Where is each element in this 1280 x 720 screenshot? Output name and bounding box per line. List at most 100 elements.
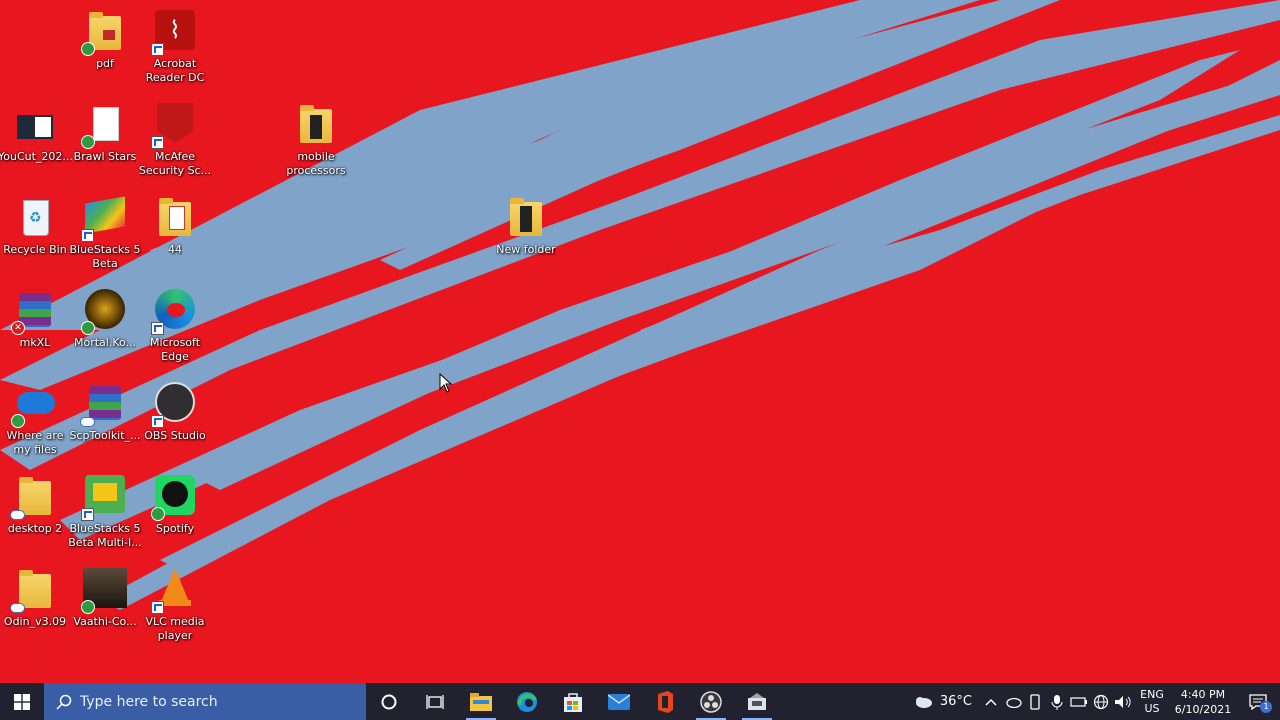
obs-icon <box>151 382 197 428</box>
winrar-icon: ✕ <box>11 289 57 335</box>
taskbar-search-box[interactable]: Type here to search <box>44 683 366 720</box>
search-icon <box>56 694 72 710</box>
notification-count-badge: 1 <box>1260 701 1272 713</box>
desktop-icon-spotify[interactable]: Spotify <box>138 475 212 536</box>
desktop-icon-youcut[interactable]: YouCut_202... <box>0 103 72 164</box>
taskbar-edge[interactable] <box>504 683 550 720</box>
search-placeholder: Type here to search <box>80 693 218 710</box>
desktop-icon-bluestacks[interactable]: BlueStacks 5 Beta <box>68 196 142 271</box>
desktop-icon-mkxl[interactable]: ✕ mkXL <box>0 289 72 350</box>
desktop-icon-mortal-kombat[interactable]: Mortal.Ko... <box>68 289 142 350</box>
show-hidden-icons-button[interactable] <box>980 683 1002 720</box>
desktop-icon-vaathi[interactable]: Vaathi-Co... <box>68 568 142 629</box>
desktop-icon-pdf[interactable]: pdf <box>68 10 142 71</box>
desktop-icon-where-are-my-files[interactable]: Where are my files <box>0 382 72 457</box>
store-icon <box>564 692 582 712</box>
pdf-folder-icon <box>81 10 127 56</box>
desktop-icon-label: 44 <box>168 243 182 256</box>
acrobat-icon: ⌇ <box>151 10 197 56</box>
desktop-icon-label: Brawl Stars <box>73 150 137 163</box>
globe-icon <box>1093 694 1109 709</box>
desktop-icon-label: Microsoft Edge <box>149 336 201 363</box>
desktop-icon-label: mkXL <box>19 336 51 349</box>
desktop-icon-recycle-bin[interactable]: ♻ Recycle Bin <box>0 196 72 257</box>
desktop-icon-label: Recycle Bin <box>3 243 67 256</box>
desktop-icon-scptoolkit[interactable]: ScpToolkit_... <box>68 382 142 443</box>
desktop-icon-label: Vaathi-Co... <box>73 615 137 628</box>
onedrive-icon <box>11 382 57 428</box>
cortana-button[interactable] <box>366 683 412 720</box>
desktop-icon-odin[interactable]: Odin_v3.09 <box>0 568 72 629</box>
spotify-icon <box>151 475 197 521</box>
desktop-icon-vlc[interactable]: VLC media player <box>138 568 212 643</box>
clock-time: 4:40 PM <box>1180 687 1226 701</box>
cortana-icon <box>381 694 397 709</box>
bluestacks-icon <box>81 196 127 242</box>
desktop-icon-desktop-2[interactable]: desktop 2 <box>0 475 72 536</box>
desktop-icon-44[interactable]: 44 <box>138 196 212 257</box>
desktop-icon-label: BlueStacks 5 Beta Multi-I... <box>68 522 142 549</box>
desktop-icon-label: VLC media player <box>145 615 205 642</box>
network-tray-button[interactable] <box>1090 683 1112 720</box>
device-tray-button[interactable] <box>1024 683 1046 720</box>
desktop-icon-label: ScpToolkit_... <box>69 429 141 442</box>
keyboard-layout: US <box>1144 701 1160 715</box>
taskbar-obs[interactable] <box>688 683 734 720</box>
desktop-icon-bluestacks-multi[interactable]: BlueStacks 5 Beta Multi-I... <box>68 475 142 550</box>
recycle-bin-icon: ♻ <box>13 196 57 240</box>
desktop-icon-mcafee[interactable]: McAfee Security Sc... <box>138 103 212 178</box>
language-code: ENG <box>1140 687 1164 701</box>
folder-icon <box>153 196 197 240</box>
action-center-button[interactable]: 1 <box>1236 683 1280 720</box>
desktop-icon-label: pdf <box>96 57 114 70</box>
desktop-icon-new-folder[interactable]: New folder <box>489 196 563 257</box>
video-file-icon <box>13 103 57 147</box>
desktop-icon-label: Acrobat Reader DC <box>145 57 205 84</box>
taskbar-file-explorer[interactable] <box>458 683 504 720</box>
cloud-icon <box>915 696 932 708</box>
volume-tray-button[interactable] <box>1112 683 1134 720</box>
desktop-icon-microsoft-edge[interactable]: Microsoft Edge <box>138 289 212 364</box>
edge-icon <box>517 691 537 712</box>
taskbar-mail[interactable] <box>596 683 642 720</box>
desktop-icon-label: OBS Studio <box>144 429 206 442</box>
mcafee-icon <box>151 103 197 149</box>
obs-icon <box>700 690 722 713</box>
input-language-button[interactable]: ENG US <box>1134 688 1170 716</box>
desktop-icon-obs-studio[interactable]: OBS Studio <box>138 382 212 443</box>
winrar-icon <box>80 382 127 427</box>
taskbar-app[interactable] <box>734 683 780 720</box>
task-view-button[interactable] <box>412 683 458 720</box>
onedrive-tray-button[interactable] <box>1002 683 1024 720</box>
mortal-kombat-icon <box>81 289 127 335</box>
weather-widget[interactable] <box>910 683 936 720</box>
clock[interactable]: 4:40 PM 6/10/2021 <box>1170 687 1236 717</box>
task-view-icon <box>426 694 444 709</box>
folder-icon <box>10 475 57 520</box>
file-icon <box>81 103 127 149</box>
desktop-icon-label: Mortal.Ko... <box>73 336 137 349</box>
file-explorer-icon <box>470 692 492 711</box>
office-icon <box>658 690 673 713</box>
start-button[interactable] <box>0 683 44 720</box>
desktop-icon-label: mobile processors <box>286 150 346 177</box>
desktop-icon-acrobat[interactable]: ⌇ Acrobat Reader DC <box>138 10 212 85</box>
mail-icon <box>608 693 630 710</box>
taskbar-store[interactable] <box>550 683 596 720</box>
battery-tray-button[interactable] <box>1068 683 1090 720</box>
windows-logo-icon <box>14 693 30 710</box>
speaker-icon <box>1115 695 1131 708</box>
taskbar-office[interactable] <box>642 683 688 720</box>
desktop-icon-mobile-processors[interactable]: mobile processors <box>279 103 353 178</box>
microphone-tray-button[interactable] <box>1046 683 1068 720</box>
weather-temperature[interactable]: 36°C <box>940 694 972 709</box>
power-icon <box>1070 696 1087 707</box>
taskbar: Type here to search 36°C ENG US 4:40 PM … <box>0 683 1280 720</box>
desktop-icon-label: desktop 2 <box>7 522 63 535</box>
system-tray: 36°C ENG US 4:40 PM 6/10/2021 1 <box>910 683 1280 720</box>
desktop-icon-brawl-stars[interactable]: Brawl Stars <box>68 103 142 164</box>
clock-date: 6/10/2021 <box>1174 702 1232 716</box>
desktop-icon-label: Odin_v3.09 <box>3 615 67 628</box>
app-icon <box>748 692 766 710</box>
microphone-icon <box>1051 694 1063 710</box>
